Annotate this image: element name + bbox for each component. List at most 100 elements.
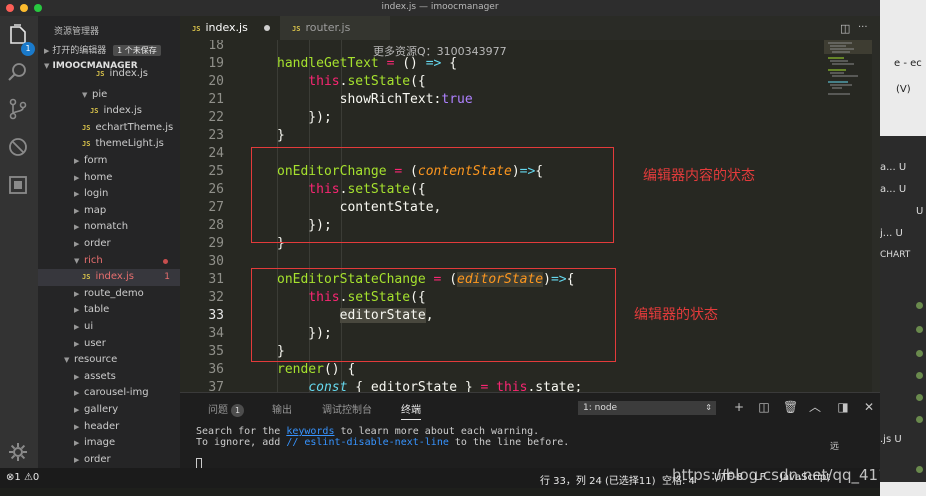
code-line[interactable]: 18 xyxy=(180,40,880,55)
chevron-right-icon: ▶ xyxy=(44,47,50,55)
line-number: 32 xyxy=(208,290,224,305)
tree-folder[interactable]: ▶ login xyxy=(38,186,180,203)
tree-item-label: form xyxy=(84,155,108,166)
open-editors-label: 打开的编辑器 xyxy=(52,46,107,56)
extensions-icon[interactable] xyxy=(7,174,29,196)
close-panel-icon[interactable]: ✕ xyxy=(862,400,876,414)
bg-window-row: a... U xyxy=(880,184,907,195)
line-number: 23 xyxy=(208,128,224,143)
split-editor-icon[interactable]: ◫ xyxy=(840,22,850,35)
chevron-right-icon: ▶ xyxy=(74,206,80,215)
terminal-select-value: 1: node xyxy=(583,403,618,413)
settings-gear-icon[interactable] xyxy=(7,441,29,463)
add-terminal-icon[interactable]: + xyxy=(732,400,746,414)
tree-item-label: themeLight.js xyxy=(95,138,164,150)
js-file-icon: JS xyxy=(82,140,91,149)
chevron-right-icon: ▶ xyxy=(74,389,80,398)
code-line[interactable]: 22 }); xyxy=(180,109,880,127)
tree-folder[interactable]: ▶ image xyxy=(38,435,180,452)
title-bar: index.js — imoocmanager xyxy=(0,0,880,16)
cursor-position[interactable]: 行 33，列 24 (已选择11) xyxy=(540,472,656,487)
code-text: this.setState({ xyxy=(308,74,426,89)
code-line[interactable]: 21 showRichText:true xyxy=(180,91,880,109)
tree-item-label: rich xyxy=(84,254,103,266)
line-number: 30 xyxy=(208,254,224,269)
keywords-link[interactable]: keywords xyxy=(286,426,334,437)
modified-dot-icon xyxy=(163,258,168,264)
tree-folder[interactable]: ▶ order xyxy=(38,236,180,253)
tree-folder[interactable]: ▶ form xyxy=(38,153,180,170)
problems-status[interactable]: ⊗1 ⚠0 xyxy=(6,472,39,483)
terminal-selector[interactable]: 1: node ⇕ xyxy=(578,401,716,415)
js-file-icon: JS xyxy=(96,70,105,78)
debug-icon[interactable] xyxy=(7,136,29,158)
tree-folder[interactable]: ▶ assets xyxy=(38,369,180,386)
tab-label: index.js xyxy=(205,21,248,34)
problem-count: 1 xyxy=(164,272,170,283)
bg-window-row: .js U xyxy=(880,434,902,445)
tree-folder[interactable]: ▶ gallery xyxy=(38,402,180,419)
terminal-line: To ignore, add // eslint-disable-next-li… xyxy=(196,437,570,448)
code-line[interactable]: 37 const { editorState } = this.state; xyxy=(180,379,880,392)
tab-terminal[interactable]: 终端 xyxy=(401,401,421,420)
more-actions-icon[interactable]: ··· xyxy=(858,22,868,33)
line-number: 34 xyxy=(208,326,224,341)
status-dot-icon xyxy=(916,416,923,423)
explorer-sidebar: 资源管理器 ▶ 打开的编辑器 1 个未保存 ▼ IMOOCMANAGER JS i… xyxy=(38,16,180,468)
explorer-badge: 1 xyxy=(21,42,35,56)
bg-window-row: j... U xyxy=(880,228,903,239)
tree-file[interactable]: JS themeLight.js xyxy=(38,136,180,153)
tree-folder[interactable]: ▶ route_demo xyxy=(38,286,180,303)
tree-folder[interactable]: ▼ rich xyxy=(38,253,180,270)
code-line[interactable]: 19 handleGetText = () => { xyxy=(180,55,880,73)
tree-folder[interactable]: ▶ order xyxy=(38,452,180,468)
code-line[interactable]: 23} xyxy=(180,127,880,145)
window-title: index.js — imoocmanager xyxy=(381,2,499,12)
tree-item-label: login xyxy=(84,188,109,200)
trash-icon[interactable]: 🗑 xyxy=(783,400,798,414)
status-dot-icon xyxy=(916,326,923,333)
code-line[interactable]: 36 render() { xyxy=(180,361,880,379)
line-number: 31 xyxy=(208,272,224,287)
minimap[interactable] xyxy=(824,40,872,100)
chevron-down-icon: ▼ xyxy=(74,256,80,265)
bg-window-text: (V) xyxy=(896,84,911,95)
tree-folder[interactable]: ▼ pie xyxy=(38,87,180,104)
bg-window-row: a... U xyxy=(880,162,907,173)
tree-file[interactable]: JS index.js xyxy=(38,103,180,120)
tree-folder[interactable]: ▶ header xyxy=(38,419,180,436)
problems-label: 问题 xyxy=(208,405,228,416)
tree-folder[interactable]: ▶ ui xyxy=(38,319,180,336)
tab-debug-console[interactable]: 调试控制台 xyxy=(322,401,372,416)
tree-folder[interactable]: ▶ nomatch xyxy=(38,219,180,236)
chevron-right-icon: ▶ xyxy=(74,157,80,165)
tree-item-label: map xyxy=(84,204,107,216)
source-control-icon[interactable] xyxy=(7,98,29,120)
tree-folder[interactable]: ▶ home xyxy=(38,170,180,187)
tab-index-js[interactable]: JS index.js xyxy=(180,16,280,40)
code-editor[interactable]: 18 19 handleGetText = () => {20 this.setSt… xyxy=(180,40,880,392)
split-terminal-icon[interactable]: ◫ xyxy=(757,400,771,414)
unsaved-dot-icon[interactable] xyxy=(264,25,270,31)
editor-scrollbar[interactable] xyxy=(872,40,880,392)
tree-folder[interactable]: ▶ carousel-img xyxy=(38,385,180,402)
tree-folder[interactable]: ▶ map xyxy=(38,203,180,220)
chevron-up-icon[interactable]: ︿ xyxy=(808,400,822,414)
tree-file[interactable]: JS index.js 1 xyxy=(38,269,180,286)
toggle-panel-icon[interactable]: ◨ xyxy=(836,400,850,414)
tree-folder[interactable]: ▶ user xyxy=(38,336,180,353)
tree-file[interactable]: JS index.js xyxy=(38,66,180,83)
tree-item-label: order xyxy=(84,453,111,465)
tree-item-label: route_demo xyxy=(84,287,144,299)
tree-file[interactable]: JS echartTheme.js xyxy=(38,120,180,137)
tab-problems[interactable]: 问题 1 xyxy=(208,401,244,417)
chevron-right-icon: ▶ xyxy=(74,323,80,331)
tree-folder[interactable]: ▶ table xyxy=(38,302,180,319)
tab-router-js[interactable]: JS router.js xyxy=(280,16,390,40)
tab-output[interactable]: 输出 xyxy=(272,401,292,416)
open-editors-section[interactable]: ▶ 打开的编辑器 1 个未保存 xyxy=(44,43,161,56)
search-icon[interactable] xyxy=(7,61,29,83)
explorer-icon[interactable]: 1 xyxy=(7,24,35,56)
code-line[interactable]: 20 this.setState({ xyxy=(180,73,880,91)
tree-folder[interactable]: ▼ resource xyxy=(38,352,180,369)
